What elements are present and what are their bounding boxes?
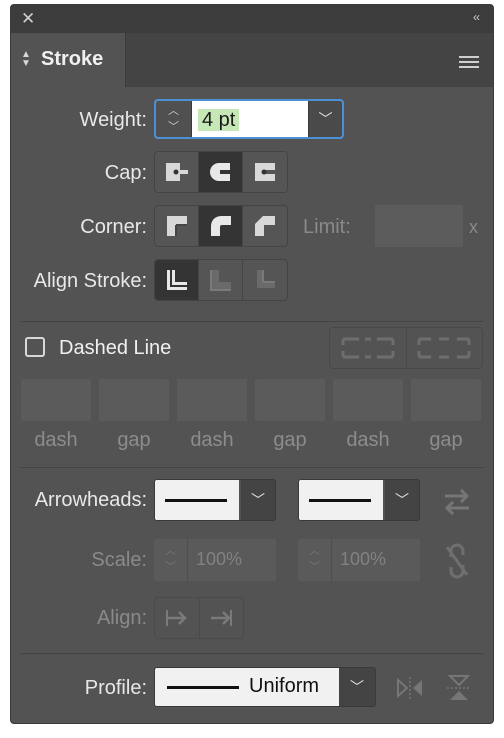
profile-preview: Uniform [155,668,341,706]
end-scale-stepper[interactable]: ︿ ﹀ [298,539,332,581]
start-arrowhead-preview [155,480,239,520]
dash-align-corners-button[interactable] [407,328,483,368]
profile-dropdown[interactable]: Uniform ﹀ [154,667,376,707]
chevron-down-icon[interactable]: ﹀ [308,101,342,137]
chevron-down-icon[interactable]: ﹀ [241,480,275,520]
link-scale-icon[interactable] [443,543,471,579]
bevel-join-icon [255,216,275,236]
limit-suffix: x [469,217,478,237]
cap-button-group [154,151,288,193]
align-center-button[interactable] [155,260,199,300]
start-scale-input[interactable]: ︿ ﹀ 100% [154,539,276,581]
swap-arrowheads-icon[interactable] [441,487,473,515]
dashed-line-checkbox[interactable] [25,337,45,357]
dash-3-input[interactable] [333,379,403,421]
gap-1-label: gap [117,429,151,451]
align-stroke-label: Align Stroke: [33,270,147,292]
panel-titlebar: ✕ ‹‹ [11,5,493,33]
round-cap-icon [209,163,232,181]
divider [21,321,483,322]
arrow-place-icon [211,610,233,626]
weight-stepper[interactable]: ︿ ﹀ [156,101,192,137]
end-arrowhead-dropdown[interactable]: ﹀ [298,479,420,521]
start-scale-value: 100% [196,549,243,569]
divider [21,653,483,654]
align-inside-icon [209,270,231,291]
start-arrowhead-dropdown[interactable]: ﹀ [154,479,276,521]
stroke-panel: ✕ ‹‹ ▲ ▼ Stroke Weight: ︿ ﹀ 4 pt ﹀ Cap: Co… [10,4,494,724]
round-join-icon [210,216,231,236]
gap-2-input[interactable] [255,379,325,421]
dashed-line-label: Dashed Line [59,337,172,359]
end-arrowhead-preview [299,480,383,520]
bevel-join-button[interactable] [243,206,287,246]
dash-preserve-icon [341,337,395,359]
align-stroke-button-group [154,259,288,301]
tab-title: Stroke [41,48,104,70]
divider [21,467,483,468]
projecting-cap-button[interactable] [243,152,287,192]
gap-3-input[interactable] [411,379,481,421]
align-center-icon [166,270,187,290]
align-label: Align: [96,607,147,629]
profile-line [167,686,239,689]
dash-1-input[interactable] [21,379,91,421]
collapse-icon[interactable]: ‹‹ [473,10,480,24]
arrow-place-button[interactable] [200,598,244,638]
flip-along-icon[interactable] [395,675,425,701]
arrowheads-label: Arrowheads: [34,489,147,511]
cap-label: Cap: [104,162,147,184]
close-icon[interactable]: ✕ [21,9,35,29]
gap-3-label: gap [429,429,463,451]
dash-alignment-group [329,327,483,369]
limit-label: Limit: [303,216,351,238]
chevron-down-icon[interactable]: ﹀ [339,668,375,706]
flip-across-icon[interactable] [445,673,473,703]
butt-cap-button[interactable] [155,152,199,192]
scale-label: Scale: [91,549,147,571]
dash-gap-fields: dash gap dash gap dash gap [21,379,483,451]
dash-3-label: dash [346,429,390,451]
chevron-down-icon[interactable]: ﹀ [385,480,419,520]
dash-1-label: dash [34,429,78,451]
dash-align-corners-icon [417,337,471,359]
corner-button-group [154,205,288,247]
round-join-button[interactable] [199,206,243,246]
gap-1-input[interactable] [99,379,169,421]
gap-2-label: gap [273,429,307,451]
profile-label: Profile: [84,677,147,699]
butt-cap-icon [165,163,188,181]
dash-preserve-button[interactable] [330,328,407,368]
arrow-extend-icon [165,610,187,626]
weight-combobox[interactable]: ︿ ﹀ 4 pt ﹀ [154,99,344,139]
miter-join-button[interactable] [155,206,199,246]
round-cap-button[interactable] [199,152,243,192]
end-scale-input[interactable]: ︿ ﹀ 100% [298,539,420,581]
start-scale-stepper[interactable]: ︿ ﹀ [154,539,188,581]
align-outside-button[interactable] [243,260,287,300]
miter-limit-input[interactable] [375,205,463,247]
align-outside-icon [257,270,275,288]
dash-2-label: dash [190,429,234,451]
profile-name: Uniform [249,675,320,697]
dash-2-input[interactable] [177,379,247,421]
corner-label: Corner: [80,216,147,238]
tab-row: ▲ ▼ Stroke [11,33,493,87]
arrow-extend-button[interactable] [155,598,200,638]
tab-expand-icon[interactable]: ▲ ▼ [21,50,31,69]
arrow-align-group [154,597,244,639]
tab-stroke[interactable]: ▲ ▼ Stroke [11,33,126,87]
projecting-cap-icon [255,163,276,181]
weight-input[interactable]: 4 pt [198,109,240,131]
hamburger-menu-icon[interactable] [459,56,479,68]
align-inside-button[interactable] [199,260,243,300]
miter-join-icon [166,216,187,236]
weight-label: Weight: [79,109,147,131]
end-scale-value: 100% [340,549,387,569]
